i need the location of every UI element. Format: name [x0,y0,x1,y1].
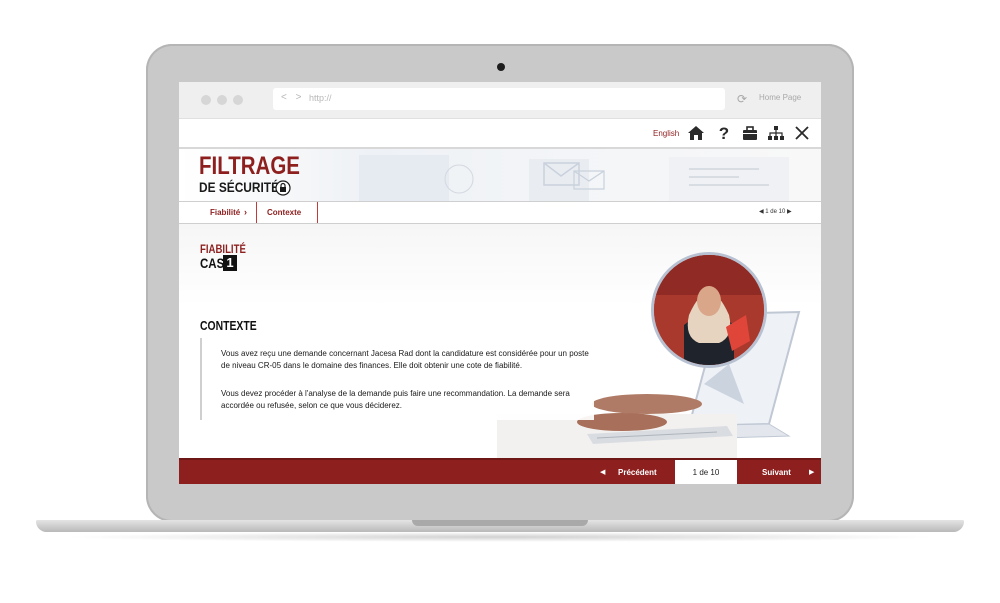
context-paragraph-1: Vous avez reçu une demande concernant Ja… [221,349,589,370]
previous-label: Précédent [618,468,657,477]
help-icon[interactable]: ? [715,124,733,142]
breadcrumb-fiabilite[interactable]: Fiabilité › [179,202,257,223]
main-content: FIABILITÉ CAS 1 CONTEXTE Vous avez reçu … [179,224,821,458]
next-label: Suivant [762,468,791,477]
mini-pager-text: 1 de 10 [765,209,786,215]
app-title-line2: DE SÉCURITÉ [199,179,280,195]
laptop-screen: < > http:// ⟳ Home Page English ? FILTRA… [179,82,821,484]
bottom-nav-bar: ◀ Précédent 1 de 10 Suivant ▶ [179,458,821,484]
page-indicator-text: 1 de 10 [692,468,720,477]
banner-decoration [359,155,789,201]
app-toolbar: English ? [179,119,821,149]
chevron-right-icon: › [244,207,247,217]
lock-icon [275,180,291,196]
camera-dot [497,63,505,71]
window-dot-close[interactable] [201,95,211,105]
laptop-shadow [60,532,940,542]
page-indicator: 1 de 10 [675,460,737,484]
url-text[interactable]: http:// [309,93,332,103]
title-banner: FILTRAGE DE SÉCURITÉ [179,149,821,201]
context-heading: CONTEXTE [200,318,257,333]
refresh-icon[interactable]: ⟳ [737,92,747,106]
case-label: CAS [200,255,225,271]
mini-pager: ◀ 1 de 10 ▶ [759,208,792,215]
avatar [651,252,767,368]
url-bar[interactable]: < > http:// [273,88,725,110]
home-icon[interactable] [687,124,705,142]
previous-button[interactable]: ◀ Précédent [594,460,674,484]
context-text-box: Vous avez reçu une demande concernant Ja… [200,338,594,420]
close-icon[interactable] [793,124,811,142]
app-title-line1: FILTRAGE [199,152,300,180]
svg-text:?: ? [719,124,729,142]
breadcrumb-contexte-label: Contexte [267,208,302,217]
window-dot-maximize[interactable] [233,95,243,105]
mini-prev-icon[interactable]: ◀ [759,209,764,215]
home-page-link[interactable]: Home Page [759,93,801,102]
browser-bar: < > http:// ⟳ Home Page [179,82,821,119]
sitemap-icon[interactable] [767,124,785,142]
context-paragraph-2: Vous devez procéder à l'analyse de la de… [221,389,570,410]
breadcrumb-bar: Fiabilité › Contexte ◀ 1 de 10 ▶ [179,201,821,225]
mini-next-icon[interactable]: ▶ [787,209,792,215]
portrait-image [654,255,764,365]
caret-right-icon: ▶ [809,469,815,476]
section-label: FIABILITÉ [200,242,246,256]
breadcrumb-fiabilite-label: Fiabilité [210,208,241,217]
language-toggle[interactable]: English [653,129,679,138]
window-dot-minimize[interactable] [217,95,227,105]
caret-left-icon: ◀ [600,469,606,476]
breadcrumb-contexte[interactable]: Contexte [257,202,318,223]
next-button[interactable]: Suivant ▶ [739,460,821,484]
toolbox-icon[interactable] [741,124,759,142]
case-number-badge: 1 [223,255,237,271]
laptop-base-notch [412,520,588,526]
back-forward-icon[interactable]: < > [281,92,304,103]
